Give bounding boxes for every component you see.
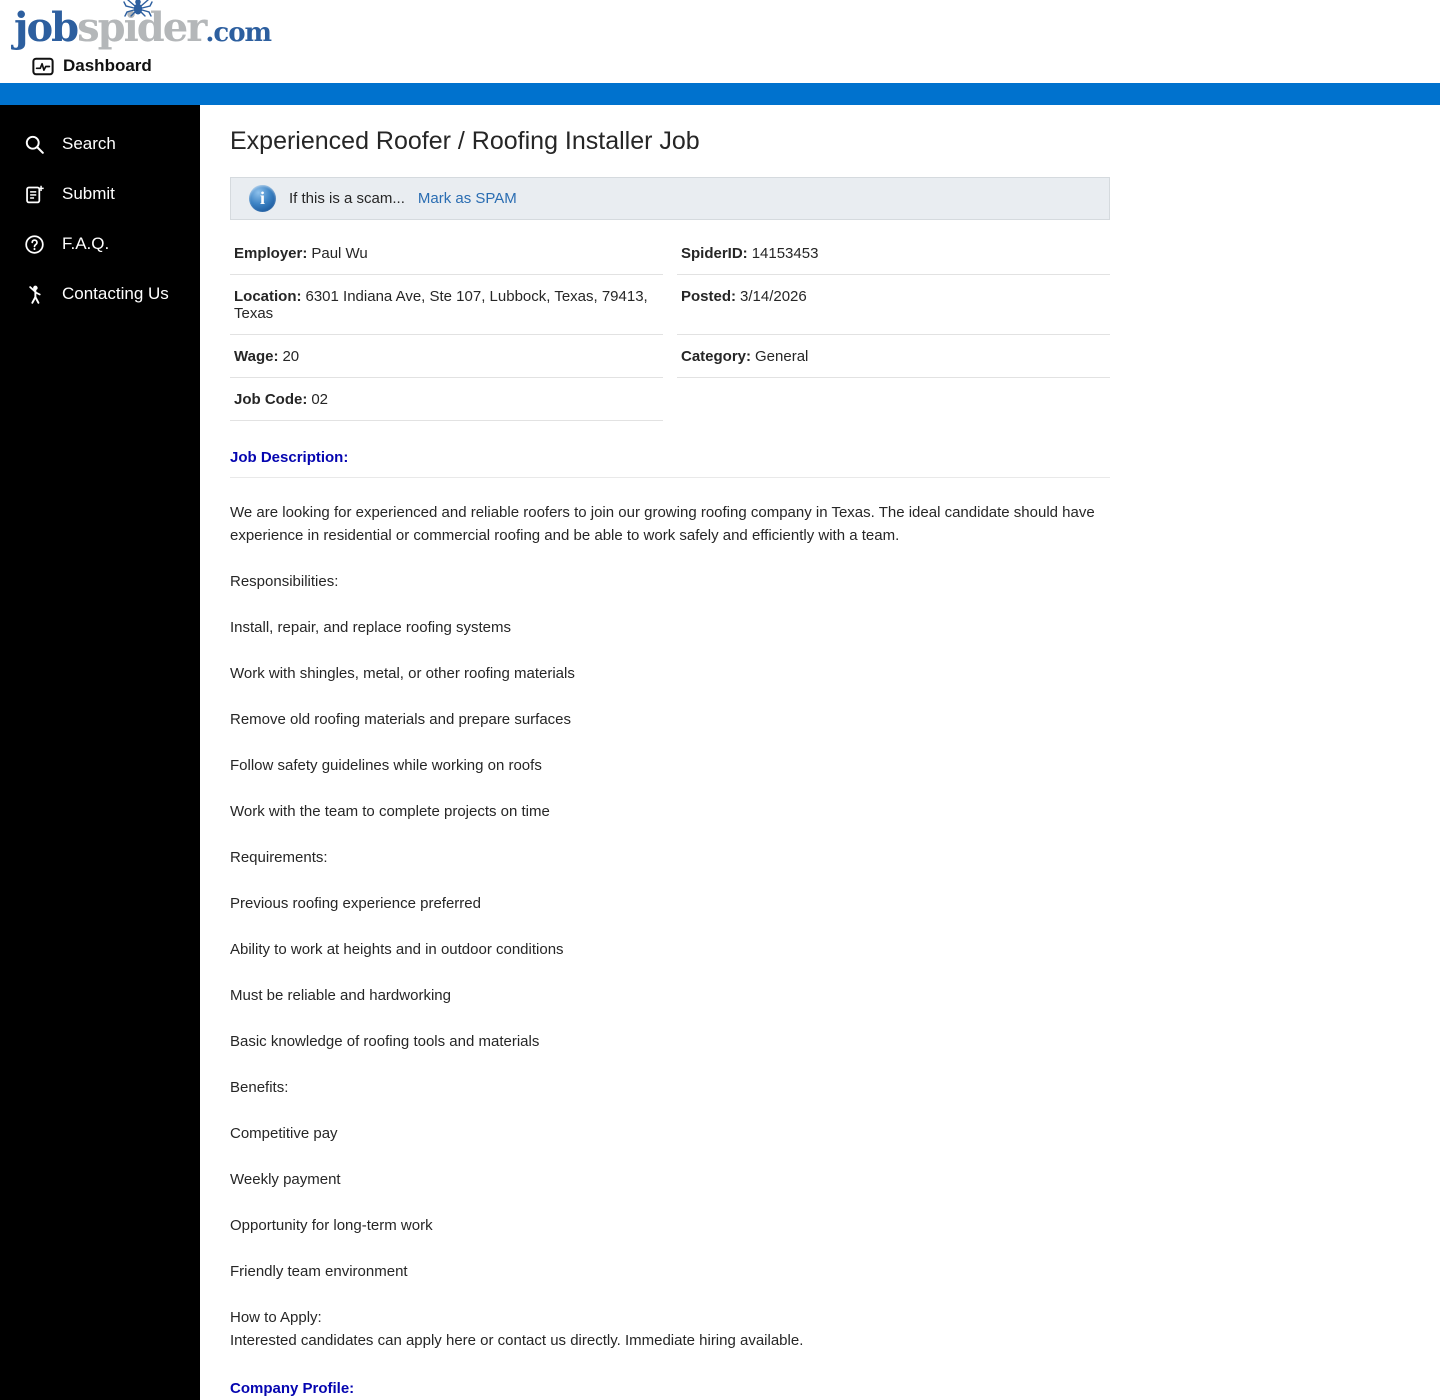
sidebar-item-faq[interactable]: F.A.Q. xyxy=(0,219,200,269)
search-icon xyxy=(24,134,45,155)
contact-icon xyxy=(24,284,45,305)
scam-banner: i If this is a scam... Mark as SPAM xyxy=(230,177,1110,220)
sidebar-item-search[interactable]: Search xyxy=(0,119,200,169)
job-description-paragraph: Weekly payment xyxy=(230,1171,341,1188)
section-divider xyxy=(230,477,1110,478)
job-description-paragraph: Previous roofing experience preferred xyxy=(230,895,481,912)
mark-spam-link[interactable]: Mark as SPAM xyxy=(418,190,517,207)
info-icon: i xyxy=(249,185,276,212)
dashboard-label: Dashboard xyxy=(63,56,152,75)
dashboard-icon xyxy=(32,57,54,76)
spider-icon xyxy=(123,0,153,17)
job-description-paragraph: Requirements: xyxy=(230,849,328,866)
faq-icon xyxy=(24,234,45,255)
field-wage: Wage: 20 xyxy=(230,335,663,378)
field-location: Location: 6301 Indiana Ave, Ste 107, Lubb… xyxy=(230,275,663,335)
field-category: Category: General xyxy=(677,335,1110,378)
company-profile-heading: Company Profile: xyxy=(230,1380,355,1397)
logo-text-com: .com xyxy=(205,18,272,48)
job-description-paragraph: Follow safety guidelines while working o… xyxy=(230,757,542,774)
job-description-paragraph: Work with the team to complete projects … xyxy=(230,803,550,820)
job-description-paragraph: Opportunity for long-term work xyxy=(230,1217,433,1234)
job-description-paragraph: Basic knowledge of roofing tools and mat… xyxy=(230,1033,540,1050)
site-logo: job spider.com xyxy=(14,0,272,51)
sidebar-item-label: Search xyxy=(62,134,116,153)
job-fields: Employer: Paul Wu SpiderID: 14153453 Locat… xyxy=(230,232,1110,421)
scam-text: If this is a scam... xyxy=(289,190,405,207)
job-description-paragraph: Ability to work at heights and in outdoo… xyxy=(230,941,564,958)
main-content: Experienced Roofer / Roofing Installer J… xyxy=(200,105,1440,1400)
job-description-paragraph: How to Apply: Interested candidates can … xyxy=(230,1309,804,1349)
job-description-paragraph: Responsibilities: xyxy=(230,573,339,590)
job-description-paragraph: Work with shingles, metal, or other roof… xyxy=(230,665,575,682)
job-description-paragraph: We are looking for experienced and relia… xyxy=(230,504,1095,544)
field-posted: Posted: 3/14/2026 xyxy=(677,275,1110,335)
job-description-paragraph: Remove old roofing materials and prepare… xyxy=(230,711,572,728)
sidebar-item-label: Submit xyxy=(62,184,115,203)
sidebar: Search Submit F.A.Q. Contacting Us xyxy=(0,105,200,1400)
submit-icon xyxy=(24,184,45,205)
field-spiderid: SpiderID: 14153453 xyxy=(677,232,1110,275)
job-description-paragraph: Must be reliable and hardworking xyxy=(230,987,451,1004)
sidebar-item-contact[interactable]: Contacting Us xyxy=(0,269,200,319)
logo-text-job: job xyxy=(14,4,79,51)
dashboard-link[interactable]: Dashboard xyxy=(32,56,152,76)
job-description-paragraph: Benefits: xyxy=(230,1079,289,1096)
job-description-heading: Job Description: xyxy=(230,449,349,466)
sidebar-item-label: Contacting Us xyxy=(62,284,169,303)
field-jobcode: Job Code: 02 xyxy=(230,378,663,421)
field-empty xyxy=(677,378,1110,421)
page-title: Experienced Roofer / Roofing Installer J… xyxy=(230,127,700,155)
job-description-paragraph: Competitive pay xyxy=(230,1125,338,1142)
job-description-paragraph: Friendly team environment xyxy=(230,1263,408,1280)
accent-bar xyxy=(0,83,1440,105)
job-description-paragraph: Install, repair, and replace roofing sys… xyxy=(230,619,511,636)
field-employer: Employer: Paul Wu xyxy=(230,232,663,275)
app-header: job spider.com Dashboard xyxy=(0,0,1440,76)
sidebar-item-submit[interactable]: Submit xyxy=(0,169,200,219)
sidebar-item-label: F.A.Q. xyxy=(62,234,110,253)
